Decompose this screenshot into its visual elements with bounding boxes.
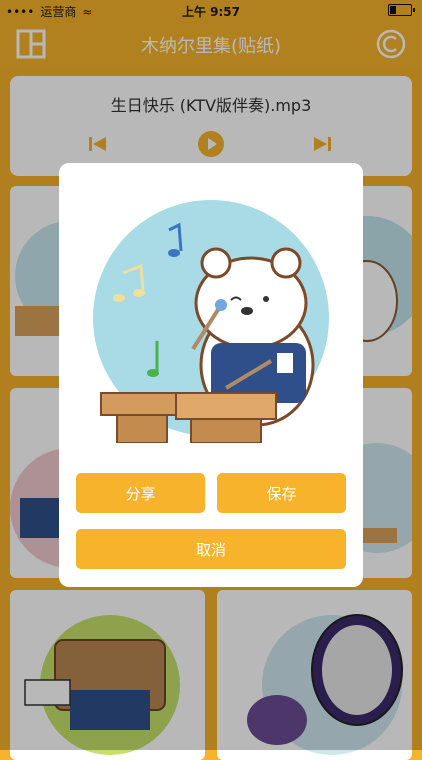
xylophone: [100, 392, 277, 443]
share-button[interactable]: 分享: [76, 473, 205, 513]
sticker-preview: [93, 200, 329, 443]
cancel-button[interactable]: 取消: [76, 529, 346, 569]
sticker-dialog: 分享 保存 取消: [59, 163, 363, 587]
save-button[interactable]: 保存: [217, 473, 346, 513]
